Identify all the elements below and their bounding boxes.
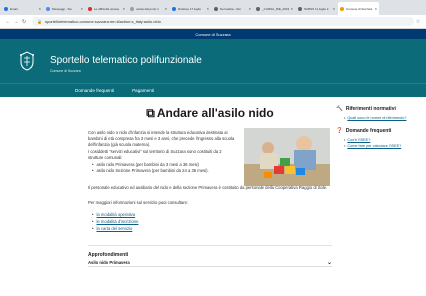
lock-icon: 🔒	[37, 19, 42, 24]
close-tab-icon[interactable]: ×	[81, 6, 83, 11]
domande-list: Cos'è l'ISEE? Come fare per calcolare l'…	[344, 137, 401, 149]
site-subtitle: Comune di Suzzara	[50, 69, 81, 73]
tab-label: _CURSA_IDE_2019	[262, 6, 290, 11]
blocks-icon: ⧉	[146, 106, 155, 120]
url-text: sportellotelematico.comune.suzzara.mn.it…	[44, 19, 161, 24]
divider	[88, 245, 332, 246]
accordion-asilo-primavera[interactable]: Asilo nido Primavera ⌄	[88, 258, 332, 267]
riferimenti-title: Riferimenti normativi	[345, 106, 396, 112]
question-circle-icon: ❓	[336, 128, 343, 134]
page-title-text: Andare all'asilo nido	[156, 106, 274, 120]
browser-tab[interactable]: SCBSS 11 luglio 2 ×	[296, 2, 337, 15]
back-icon[interactable]: ←	[4, 19, 12, 25]
close-tab-icon[interactable]: ×	[333, 6, 335, 11]
tab-favicon-icon	[88, 6, 92, 11]
tab-favicon-icon	[256, 6, 260, 11]
riferimenti-heading: 🔨 Riferimenti normativi	[336, 106, 396, 112]
browser-tab[interactable]: _CURSA_IDE_2019 ×	[254, 2, 295, 15]
tab-favicon-icon	[46, 6, 50, 11]
tab-favicon-icon	[214, 6, 218, 11]
nav-domande-frequenti[interactable]: Domande frequenti	[75, 88, 114, 93]
gavel-icon: 🔨	[336, 106, 343, 112]
top-strip-label[interactable]: Comune di Suzzara	[195, 32, 230, 37]
tab-label: Messaggi - Sw	[52, 6, 72, 11]
children-playing-photo	[244, 128, 330, 186]
tab-favicon-icon	[298, 6, 302, 11]
tab-label: Direttive 17 luglio	[178, 6, 202, 11]
browser-address-bar: ← → ↻ 🔒 sportellotelematico.comune.suzza…	[0, 15, 426, 29]
tab-favicon-icon	[130, 6, 134, 11]
close-tab-icon[interactable]: ×	[375, 6, 377, 11]
accordion-label: Asilo nido Primavera	[88, 259, 130, 265]
tab-label: uscita dal porto 1	[136, 6, 159, 11]
tab-favicon-icon	[340, 6, 344, 11]
url-input[interactable]: 🔒 sportellotelematico.comune.suzzara.mn.…	[32, 17, 414, 26]
browser-tab-bar: Email × Messaggi - Sw × Le difficoltà umane ×…	[0, 0, 426, 15]
close-tab-icon[interactable]: ×	[249, 6, 251, 11]
browser-tab[interactable]: Normativa - Rui ×	[212, 2, 253, 15]
close-tab-icon[interactable]: ×	[39, 6, 41, 11]
tab-favicon-icon	[4, 6, 8, 11]
tab-favicon-icon	[172, 6, 176, 11]
site-title[interactable]: Sportello telematico polifunzionale	[50, 55, 202, 66]
close-tab-icon[interactable]: ×	[291, 6, 293, 11]
riferimenti-list: Quali sono le norme di riferimento?	[344, 115, 406, 121]
site-header: Sportello telematico polifunzionale Comu…	[0, 39, 426, 83]
structures-paragraph: I cosiddetti "servizi educativi" sul ter…	[88, 149, 222, 160]
list-item: asilo nido Sezione Primavera (per bambin…	[92, 168, 236, 174]
top-strip: Comune di Suzzara	[0, 29, 426, 39]
list-item: Come fare per calcolare l'ISEE?	[344, 143, 401, 149]
nav-pagamenti[interactable]: Pagamenti	[132, 88, 154, 93]
tab-label: Comune di Suzzara	[346, 6, 373, 11]
browser-tab[interactable]: Direttive 17 luglio ×	[170, 2, 211, 15]
star-icon[interactable]: ☆	[414, 19, 422, 25]
page-title: ⧉ Andare all'asilo nido	[88, 106, 332, 121]
list-item: la modalità operativa	[92, 211, 138, 218]
browser-tab[interactable]: Messaggi - Sw ×	[44, 2, 85, 15]
site-nav: Domande frequenti Pagamenti	[0, 83, 426, 97]
tab-label: Le difficoltà umane	[94, 6, 120, 11]
more-info-paragraph: Per maggiori informazioni sul servizio p…	[88, 200, 189, 205]
close-tab-icon[interactable]: ×	[165, 6, 167, 11]
domande-heading: ❓ Domande frequenti	[336, 128, 391, 134]
list-item: Quali sono le norme di riferimento?	[344, 115, 406, 121]
browser-tab[interactable]: Email ×	[2, 2, 43, 15]
browser-tab[interactable]: Le difficoltà umane ×	[86, 2, 127, 15]
reload-icon[interactable]: ↻	[20, 19, 28, 25]
link-modalita-operativa[interactable]: la modalità operativa	[96, 212, 135, 217]
link-modalita-iscrizione[interactable]: le modalità d'iscrizione	[96, 219, 138, 224]
close-tab-icon[interactable]: ×	[123, 6, 125, 11]
list-item: la carta del servizio	[92, 225, 138, 232]
staff-paragraph: Il personale educativo ed ausiliario del…	[88, 185, 328, 190]
tab-label: SCBSS 11 luglio 2	[304, 6, 329, 11]
info-links: la modalità operativa le modalità d'iscr…	[92, 211, 138, 232]
forward-icon[interactable]: →	[12, 19, 20, 25]
link-calcolare-isee[interactable]: Come fare per calcolare l'ISEE?	[347, 144, 401, 148]
link-carta-servizio[interactable]: la carta del servizio	[96, 226, 132, 231]
link-cos-e-isee[interactable]: Cos'è l'ISEE?	[347, 138, 370, 142]
intro-paragraph: Con asilo nido o nido d'infanzia si inte…	[88, 130, 235, 147]
browser-tab[interactable]: uscita dal porto 1 ×	[128, 2, 169, 15]
domande-title: Domande frequenti	[345, 128, 392, 134]
tab-label: Normativa - Rui	[220, 6, 241, 11]
structures-list: asilo nido Primavera (per bambini da 3 m…	[92, 162, 236, 174]
close-tab-icon[interactable]: ×	[207, 6, 209, 11]
chevron-down-icon: ⌄	[326, 259, 332, 266]
list-item: le modalità d'iscrizione	[92, 218, 138, 225]
tab-label: Email	[10, 6, 18, 11]
municipal-crest-icon[interactable]	[18, 51, 36, 71]
link-norme-riferimento[interactable]: Quali sono le norme di riferimento?	[347, 116, 406, 120]
browser-tab[interactable]: Comune di Suzzara ×	[338, 2, 379, 15]
